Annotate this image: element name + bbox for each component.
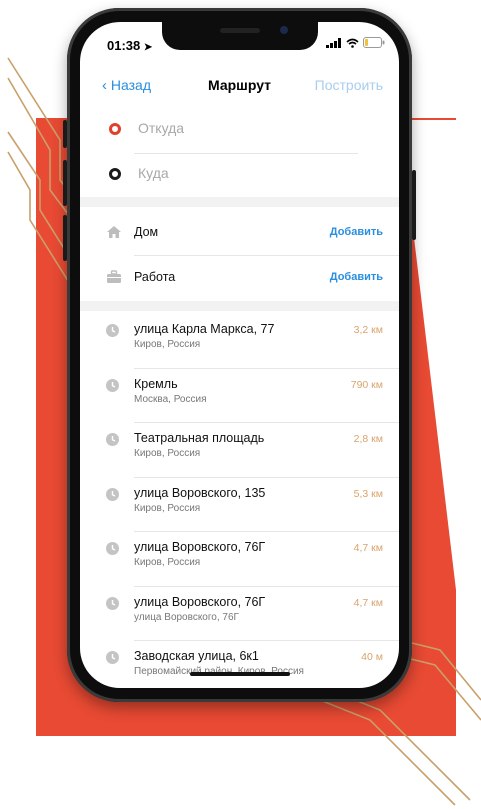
saved-item-label: Работа (134, 270, 176, 284)
history-title: Театральная площадь (134, 431, 265, 445)
phone-side-button (63, 120, 67, 148)
history-distance: 4,7 км (353, 542, 383, 554)
history-title: улица Карла Маркса, 77 (134, 322, 275, 336)
history-title: Кремль (134, 376, 178, 391)
signal-icon (326, 37, 341, 48)
nav-bar: ‹ Назад Маршрут Построить (80, 66, 399, 106)
history-item[interactable]: Заводская улица, 6к1Первомайский район, … (80, 641, 399, 688)
history-subtitle: Киров, Россия (134, 502, 201, 514)
history-distance: 40 м (361, 651, 383, 663)
history-title: Заводская улица, 6к1 (134, 649, 259, 663)
phone-volume-down-button (63, 215, 67, 261)
home-icon (107, 226, 121, 238)
history-distance: 790 км (350, 378, 383, 391)
history-title: улица Воровского, 76Г (134, 594, 266, 609)
speaker (220, 28, 260, 33)
to-field[interactable]: Куда (80, 153, 399, 197)
history-subtitle: улица Воровского, 76Г (134, 611, 239, 623)
clock-icon (106, 651, 119, 664)
phone-volume-up-button (63, 160, 67, 206)
history-title: улица Воровского, 135 (134, 485, 266, 500)
from-field[interactable]: Откуда (80, 108, 399, 152)
section-separator (80, 301, 399, 311)
saved-item-home[interactable]: Дом Добавить (80, 211, 399, 255)
history-title: улица Воровского, 76Г (134, 540, 266, 554)
history-distance: 5,3 км (353, 487, 383, 500)
chevron-left-icon: ‹ (102, 77, 107, 94)
add-work-button[interactable]: Добавить (330, 271, 383, 283)
clock-icon (106, 324, 119, 337)
battery-icon (363, 37, 385, 48)
from-placeholder: Откуда (138, 120, 185, 136)
build-route-button[interactable]: Построить (315, 77, 383, 93)
phone-power-button (412, 170, 416, 240)
to-placeholder: Куда (138, 165, 169, 181)
briefcase-icon (107, 270, 121, 283)
notch (162, 22, 318, 50)
front-camera (280, 26, 288, 34)
location-arrow-icon: ➤ (143, 42, 153, 53)
clock-icon (106, 378, 119, 392)
history-item[interactable]: улица Воровского, 76Г Киров, Россия 4,7 км (80, 532, 399, 586)
history-item[interactable]: улица Воровского, 135 Киров, Россия 5,3 км (80, 478, 399, 532)
wifi-icon (346, 38, 359, 48)
history-subtitle: Москва, Россия (134, 393, 207, 405)
history-subtitle: Киров, Россия (134, 448, 201, 459)
status-time: 01:38 ➤ (107, 38, 152, 53)
status-icons (326, 37, 385, 48)
history-item[interactable]: улица Карла Маркса, 77 Киров, Россия 3,2 к… (80, 314, 399, 368)
history-item[interactable]: Театральная площадь Киров, Россия 2,8 км (80, 423, 399, 477)
status-time-text: 01:38 (107, 38, 141, 53)
from-dot-icon (109, 123, 121, 135)
back-label: Назад (110, 77, 152, 93)
back-button[interactable]: ‹ Назад (102, 77, 151, 94)
clock-icon (106, 596, 119, 610)
history-subtitle: Киров, Россия (134, 339, 201, 350)
clock-icon (106, 487, 119, 501)
history-item[interactable]: улица Воровского, 76Г улица Воровского, 7… (80, 587, 399, 641)
to-dot-icon (109, 168, 121, 180)
history-distance: 4,7 км (353, 596, 383, 609)
clock-icon (106, 542, 119, 555)
saved-item-work[interactable]: Работа Добавить (80, 256, 399, 300)
section-separator (80, 197, 399, 207)
home-indicator[interactable] (190, 672, 290, 676)
history-distance: 2,8 км (353, 433, 383, 445)
phone-screen: 01:38 ➤ ‹ Назад Маршрут Построить Откуда (80, 22, 399, 688)
history-subtitle: Киров, Россия (134, 557, 201, 568)
clock-icon (106, 433, 119, 446)
history-item[interactable]: Кремль Москва, Россия 790 км (80, 369, 399, 423)
saved-item-label: Дом (134, 225, 159, 239)
history-distance: 3,2 км (353, 324, 383, 336)
add-home-button[interactable]: Добавить (330, 226, 383, 238)
